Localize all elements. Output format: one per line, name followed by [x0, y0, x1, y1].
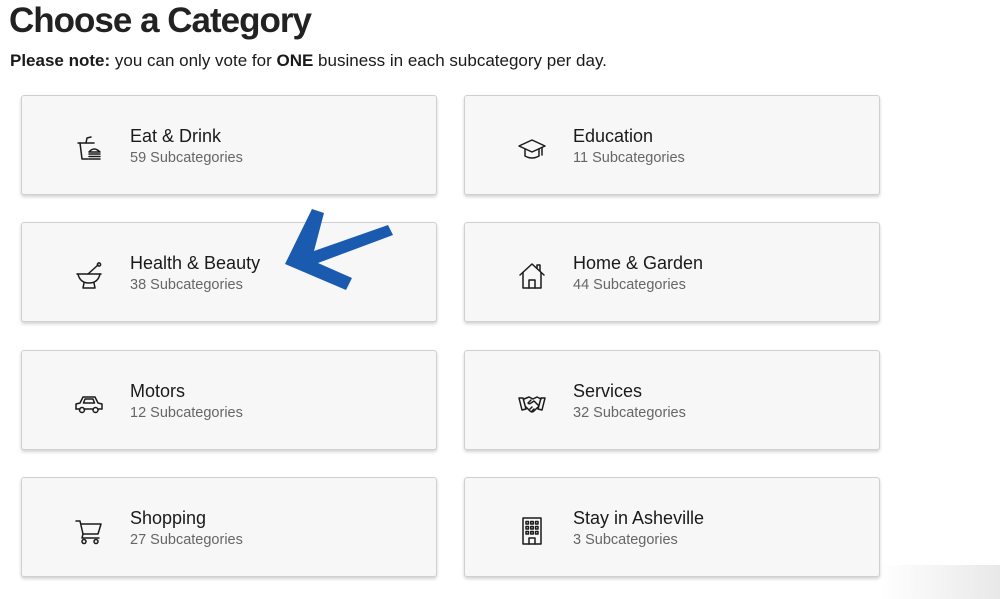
category-name: Stay in Asheville — [573, 508, 705, 528]
category-card-education[interactable]: Education 11 Subcategories — [464, 95, 880, 195]
category-name: Motors — [130, 381, 186, 401]
category-card-home-garden[interactable]: Home & Garden 44 Subcategories — [464, 222, 880, 322]
category-count: 27 Subcategories — [130, 532, 243, 548]
category-card-shopping[interactable]: Shopping 27 Subcategories — [21, 477, 437, 577]
note-emphasis: ONE — [276, 51, 314, 70]
category-card-services[interactable]: Services 32 Subcategories — [464, 350, 880, 450]
category-card-stay-in-asheville[interactable]: Stay in Asheville 3 Subcategories — [464, 477, 880, 577]
category-name: Education — [573, 126, 654, 146]
category-card-motors[interactable]: Motors 12 Subcategories — [21, 350, 437, 450]
category-name: Health & Beauty — [130, 253, 261, 273]
category-count: 44 Subcategories — [573, 277, 686, 293]
hotel-building-icon — [517, 516, 547, 546]
category-count: 38 Subcategories — [130, 277, 243, 293]
category-page: Choose a Category Please note: you can o… — [0, 0, 1000, 599]
category-count: 59 Subcategories — [130, 150, 243, 166]
page-title: Choose a Category — [9, 1, 312, 40]
category-card-eat-drink[interactable]: Eat & Drink 59 Subcategories — [21, 95, 437, 195]
shopping-cart-icon — [74, 516, 104, 546]
page-edge-fade — [880, 565, 1000, 599]
category-count: 11 Subcategories — [573, 150, 685, 166]
car-icon — [74, 389, 104, 419]
category-name: Home & Garden — [573, 253, 704, 273]
category-count: 32 Subcategories — [573, 405, 686, 421]
note-text-post: business in each subcategory per day. — [313, 51, 607, 70]
house-icon — [517, 261, 547, 291]
graduation-cap-icon — [517, 134, 547, 164]
mortar-pestle-icon — [74, 261, 104, 291]
pointer-arrow-icon — [285, 209, 393, 290]
category-name: Shopping — [130, 508, 207, 528]
vote-note: Please note: you can only vote for ONE b… — [10, 50, 607, 72]
note-text-pre: you can only vote for — [110, 51, 277, 70]
food-plate-icon — [74, 134, 104, 164]
category-count: 12 Subcategories — [130, 405, 243, 421]
handshake-icon — [517, 389, 547, 419]
category-name: Services — [573, 381, 643, 401]
category-count: 3 Subcategories — [573, 532, 678, 548]
note-label: Please note: — [10, 51, 111, 70]
category-name: Eat & Drink — [130, 126, 222, 146]
